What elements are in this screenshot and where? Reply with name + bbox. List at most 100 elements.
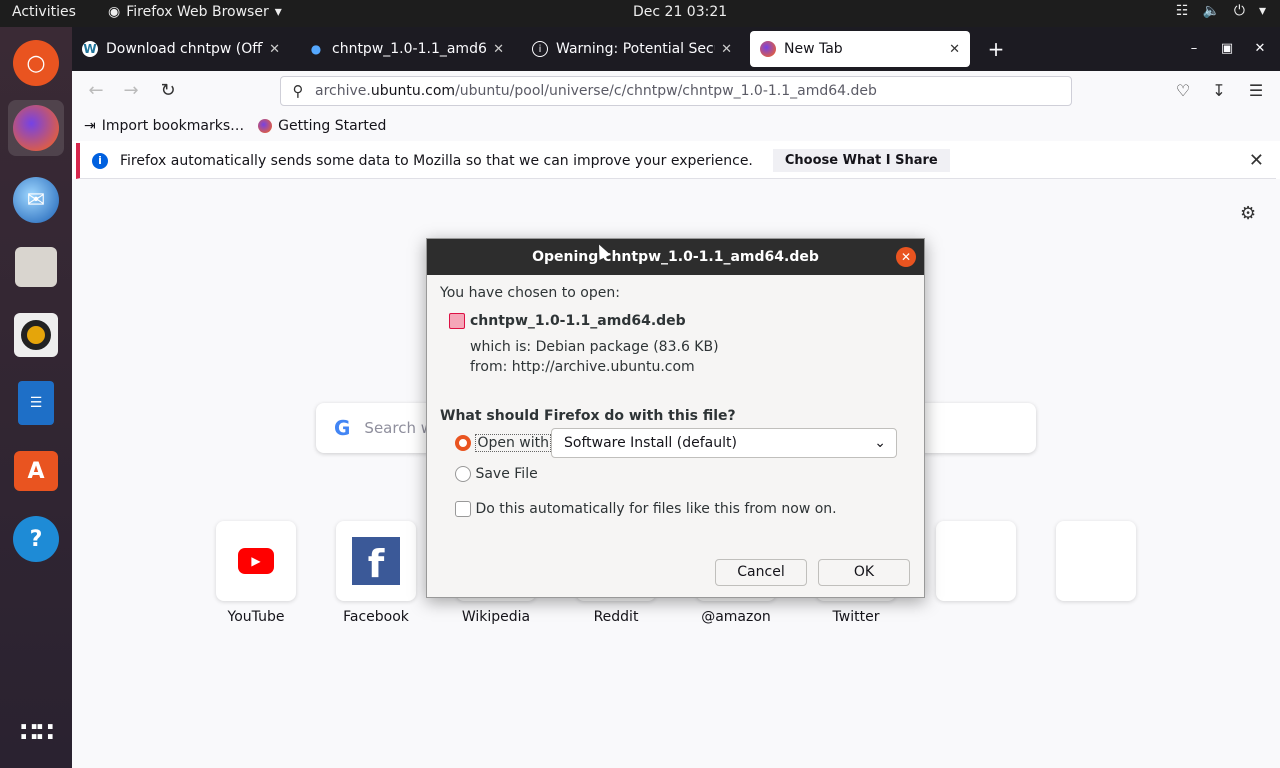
notice-text: Firefox automatically sends some data to… (120, 152, 753, 169)
tab-new-tab[interactable]: New Tab ✕ (750, 31, 970, 67)
auto-label: Do this automatically for files like thi… (475, 501, 837, 517)
dialog-title: Opening chntpw_1.0-1.1_amd64.deb (427, 239, 924, 275)
bookmarks-toolbar: ⇥ Import bookmarks… Getting Started (72, 111, 1280, 141)
facebook-icon: f (336, 521, 416, 601)
close-icon[interactable]: ✕ (1249, 150, 1264, 171)
dock: ○ ✉ ☰ A ? ∷∷ (0, 27, 72, 768)
nav-bar: ← → ↻ ⚲ archive.ubuntu.com/ubuntu/pool/u… (72, 71, 1280, 111)
downloads-icon[interactable]: ↧ (1207, 79, 1231, 103)
software-icon[interactable]: A (8, 443, 64, 499)
from-value: http://archive.ubuntu.com (511, 359, 695, 375)
top-site-label: YouTube (227, 609, 285, 625)
from-label: from: (470, 359, 508, 375)
ok-button[interactable]: OK (818, 559, 910, 586)
auto-option[interactable]: Do this automatically for files like thi… (455, 501, 837, 517)
files-icon[interactable] (8, 239, 64, 295)
volume-icon: 🔈 (1202, 3, 1220, 19)
ubuntu-logo-icon[interactable]: ○ (8, 35, 64, 91)
bookmark-getting-started[interactable]: Getting Started (258, 118, 386, 134)
search-placeholder: Search w (364, 419, 433, 437)
top-site-facebook[interactable]: f Facebook (336, 521, 416, 625)
action-question: What should Firefox do with this file? (440, 408, 736, 424)
chevron-down-icon: ▾ (1258, 3, 1266, 19)
new-tab-button[interactable]: + (982, 35, 1010, 63)
open-with-option[interactable]: Open with (455, 434, 551, 452)
firefox-icon[interactable] (8, 100, 64, 156)
network-icon: ☷ (1175, 3, 1189, 19)
back-button[interactable]: ← (82, 79, 110, 103)
thunderbird-icon[interactable]: ✉ (8, 172, 64, 228)
reload-button[interactable]: ↻ (154, 79, 182, 103)
import-bookmarks[interactable]: ⇥ Import bookmarks… (84, 118, 244, 134)
firefox-icon (760, 41, 776, 57)
app-menu[interactable]: ◉ Firefox Web Browser ▾ (108, 4, 282, 20)
open-with-radio[interactable] (455, 435, 471, 451)
deb-package-icon (449, 313, 465, 329)
system-tray[interactable]: ☷ 🔈 ⏻ ▾ (1176, 3, 1266, 19)
application-select[interactable]: Software Install (default) ⌄ (551, 428, 897, 458)
chevron-down-icon: ⌄ (874, 435, 886, 451)
help-icon[interactable]: ? (8, 511, 64, 567)
tab-title: chntpw_1.0-1.1_amd64.d (332, 41, 487, 57)
save-file-label: Save File (475, 466, 538, 482)
file-type: which is: Debian package (83.6 KB) (470, 339, 719, 355)
app-menu-label: Firefox Web Browser (126, 4, 269, 20)
gear-icon[interactable]: ⚙ (1240, 203, 1256, 224)
choose-what-i-share-button[interactable]: Choose What I Share (772, 149, 950, 172)
dialog-close-button[interactable]: ✕ (896, 247, 916, 267)
auto-checkbox[interactable] (455, 501, 471, 517)
close-icon[interactable]: ✕ (493, 42, 504, 57)
file-name: chntpw_1.0-1.1_amd64.deb (470, 313, 686, 329)
save-file-option[interactable]: Save File (455, 466, 538, 482)
firefox-icon (258, 119, 273, 133)
cancel-button[interactable]: Cancel (715, 559, 807, 586)
pocket-icon[interactable]: ♡ (1171, 79, 1195, 103)
tab-bar: W Download chntpw (Offlin ✕ ● chntpw_1.0… (72, 27, 1280, 71)
top-site-label: Twitter (832, 609, 880, 625)
import-bookmarks-label: Import bookmarks… (101, 118, 245, 134)
globe-icon: ● (310, 42, 322, 56)
google-icon: G (334, 416, 351, 440)
open-file-dialog: Opening chntpw_1.0-1.1_amd64.deb ✕ You h… (426, 238, 925, 598)
getting-started-label: Getting Started (278, 118, 387, 134)
menu-icon[interactable]: ☰ (1244, 79, 1268, 103)
file-source: from: http://archive.ubuntu.com (470, 359, 695, 375)
top-site-youtube[interactable]: ▶ YouTube (216, 521, 296, 625)
minimize-button[interactable]: – (1182, 37, 1206, 61)
import-icon: ⇥ (84, 118, 96, 134)
top-site-label: @amazon (701, 609, 771, 625)
tab-chntpw-deb[interactable]: ● chntpw_1.0-1.1_amd64.d ✕ (298, 31, 514, 67)
clock[interactable]: Dec 21 03:21 (633, 4, 727, 20)
top-site-label: Reddit (593, 609, 639, 625)
writer-icon[interactable]: ☰ (8, 375, 64, 431)
forward-button[interactable]: → (117, 79, 145, 103)
power-icon: ⏻ (1233, 3, 1245, 19)
empty-tile (1056, 521, 1136, 601)
search-icon: ⚲ (292, 82, 304, 100)
empty-tile (936, 521, 1016, 601)
rhythmbox-icon[interactable] (8, 307, 64, 363)
top-site-empty[interactable] (1056, 521, 1136, 601)
app-grid-icon[interactable]: ∷∷ (8, 705, 64, 761)
firefox-small-icon: ◉ (108, 4, 121, 20)
warning-info-icon: i (532, 41, 548, 57)
url-text: archive.ubuntu.com/ubuntu/pool/universe/… (315, 83, 877, 99)
tab-title: Warning: Potential Secur (556, 41, 716, 57)
tab-title: New Tab (784, 41, 843, 57)
close-icon[interactable]: ✕ (721, 42, 732, 57)
activities-button[interactable]: Activities (12, 4, 76, 20)
close-icon[interactable]: ✕ (269, 42, 280, 57)
which-is-label: which is: (470, 339, 532, 355)
url-bar[interactable]: ⚲ archive.ubuntu.com/ubuntu/pool/univers… (280, 76, 1072, 106)
tab-download-chntpw[interactable]: W Download chntpw (Offlin ✕ (72, 31, 290, 67)
tab-warning[interactable]: i Warning: Potential Secur ✕ (522, 31, 742, 67)
which-is-value: Debian package (83.6 KB) (535, 339, 719, 355)
top-site-empty[interactable] (936, 521, 1016, 601)
wordpress-icon: W (82, 41, 98, 57)
window-close-button[interactable]: ✕ (1248, 37, 1272, 61)
save-file-radio[interactable] (455, 466, 471, 482)
data-collection-notice: i Firefox automatically sends some data … (76, 143, 1276, 179)
open-with-label: Open with (475, 434, 551, 452)
maximize-button[interactable]: ▣ (1215, 37, 1239, 61)
close-icon[interactable]: ✕ (949, 42, 960, 57)
